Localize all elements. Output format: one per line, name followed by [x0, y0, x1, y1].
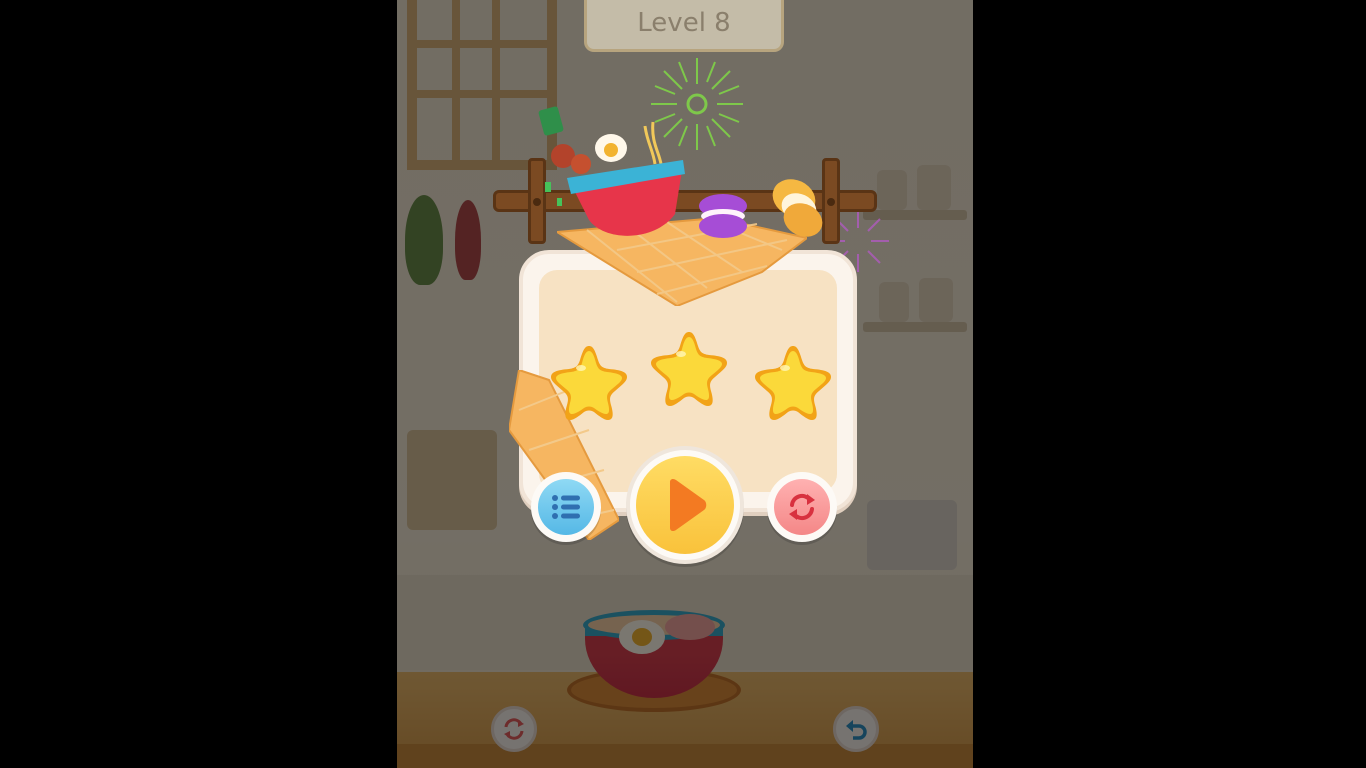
- star-1-icon: [551, 346, 627, 420]
- play-next-button-face: [636, 456, 734, 554]
- play-icon: [670, 478, 707, 532]
- star-2-icon: [651, 332, 727, 406]
- burger-macaron-icon: [772, 179, 823, 237]
- play-next-button[interactable]: [626, 446, 744, 564]
- refresh-icon: [789, 493, 815, 521]
- retry-level-button[interactable]: [767, 472, 837, 542]
- list-icon: [552, 495, 580, 519]
- level-menu-button[interactable]: [531, 472, 601, 542]
- star-3-icon: [755, 346, 831, 420]
- level-complete-popup: [397, 0, 973, 768]
- macaron-icon: [699, 194, 747, 238]
- ramen-bowl-icon: [538, 106, 685, 236]
- retry-level-button-face: [774, 479, 830, 535]
- level-menu-button-face: [538, 479, 594, 535]
- rack-bolt: [827, 198, 835, 206]
- game-viewport: Level 8: [397, 0, 973, 768]
